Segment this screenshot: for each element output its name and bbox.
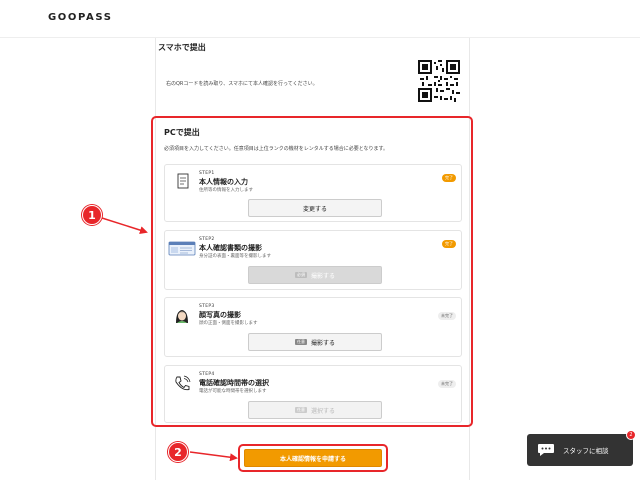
qr-code — [418, 60, 460, 102]
optional-tag: 任意 — [294, 407, 307, 413]
status-badge: 未完了 — [438, 312, 456, 320]
status-badge: 完了 — [442, 174, 456, 182]
step-title: 本人情報の入力 — [199, 178, 248, 186]
chat-support-button[interactable]: スタッフに相談 2 — [527, 430, 636, 466]
change-button[interactable]: 変更する — [248, 199, 382, 217]
smartphone-section-description: 右のQRコードを読み取り、スマホにて本人確認を行ってください。 — [166, 81, 318, 87]
button-label: 選択する — [310, 407, 335, 415]
button-label: 撮影する — [310, 339, 335, 347]
step-label: STEP4 — [199, 372, 215, 377]
step-label: STEP2 — [199, 237, 215, 242]
id-card-icon — [168, 241, 196, 256]
photograph-button[interactable]: 任意 撮影する — [248, 333, 382, 351]
optional-tag: 任意 — [294, 339, 307, 345]
step-title: 顔写真の撮影 — [199, 311, 241, 319]
select-button[interactable]: 任意 選択する — [248, 401, 382, 419]
step-subtitle: 住所等の情報を入力します — [199, 188, 253, 193]
chat-label: スタッフに相談 — [563, 447, 609, 455]
button-label: 撮影する — [310, 272, 335, 280]
arrow-to-pc-section — [101, 217, 148, 234]
step-label: STEP1 — [199, 171, 215, 176]
photograph-button[interactable]: 必須 撮影する — [248, 266, 382, 284]
step-card-1: STEP1 本人情報の入力 住所等の情報を入力します 完了 変更する — [164, 164, 462, 222]
logo[interactable]: GOOPASS — [48, 12, 113, 23]
button-label: 変更する — [302, 205, 327, 213]
callout-marker-1: 1 — [82, 205, 102, 225]
chat-bubble-icon — [538, 444, 554, 456]
step-subtitle: 身分証の表面・裏面等を撮影します — [199, 254, 271, 259]
document-icon — [177, 173, 189, 189]
step-subtitle: 顔の正面・側面を撮影します — [199, 321, 258, 326]
step-card-4: STEP4 電話確認時間帯の選択 電話が可能な時間帯を選択します 未完了 任意 … — [164, 365, 462, 423]
phone-icon — [175, 375, 191, 391]
page: GOOPASS スマホで提出 右のQRコードを読み取り、スマホにて本人確認を行っ… — [0, 0, 640, 480]
required-tag: 必須 — [294, 272, 307, 278]
submit-verification-button[interactable]: 本人確認情報を申請する — [244, 449, 382, 467]
step-subtitle: 電話が可能な時間帯を選択します — [199, 389, 267, 394]
pc-section-description: 必須項目を入力してください。任意項目は上位ランクの機材をレンタルする場合に必要と… — [164, 146, 389, 152]
step-title: 本人確認書類の撮影 — [199, 244, 262, 252]
step-card-3: STEP3 顔写真の撮影 顔の正面・側面を撮影します 未完了 任意 撮影する — [164, 297, 462, 357]
smartphone-section-title: スマホで提出 — [158, 43, 206, 52]
status-badge: 完了 — [442, 240, 456, 248]
step-label: STEP3 — [199, 304, 215, 309]
face-icon — [176, 310, 188, 323]
step-title: 電話確認時間帯の選択 — [199, 379, 269, 387]
header: GOOPASS — [0, 0, 640, 38]
notification-badge: 2 — [626, 430, 636, 440]
step-card-2: STEP2 本人確認書類の撮影 身分証の表面・裏面等を撮影します 完了 必須 撮… — [164, 230, 462, 290]
status-badge: 未完了 — [438, 380, 456, 388]
pc-section-title: PCで提出 — [164, 128, 200, 137]
callout-marker-2: 2 — [168, 442, 188, 462]
